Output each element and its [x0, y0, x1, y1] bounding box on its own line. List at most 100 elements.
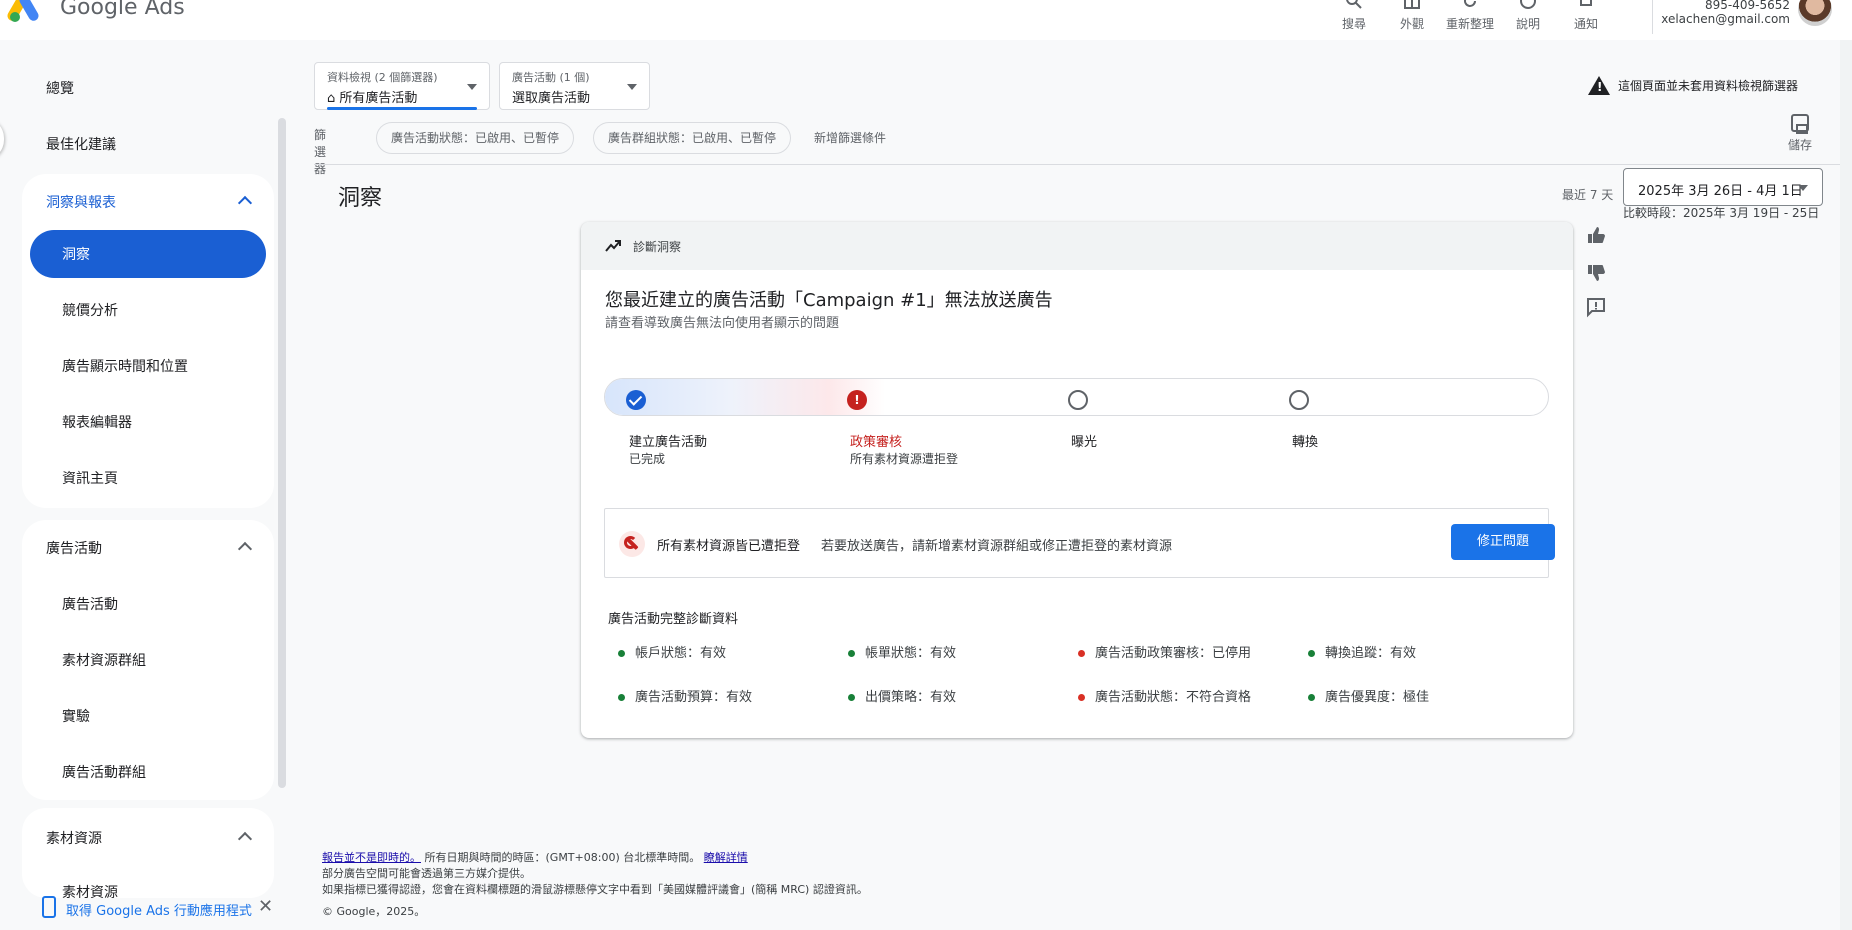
nav-section-header-insights[interactable]: 洞察與報表	[46, 192, 116, 212]
status-ok-dot	[848, 650, 855, 657]
sidebar-item-recommendations[interactable]: 最佳化建議	[46, 134, 116, 154]
page-title: 洞察	[338, 186, 383, 211]
sidebar-item-auction-insights[interactable]: 競價分析	[62, 300, 118, 320]
google-ads-logo[interactable]: Google Ads	[5, 0, 185, 23]
footer: 報告並不是即時的。 所有日期與時間的時區：(GMT+08:00) 台北標準時間。…	[322, 851, 868, 918]
status-ok-dot	[1308, 694, 1315, 701]
notifications-button[interactable]: 通知	[1557, 0, 1615, 40]
sidebar-scrollbar[interactable]	[278, 118, 286, 788]
home-icon: ⌂	[327, 91, 340, 106]
nav-section-insights: 洞察與報表 洞察 競價分析 廣告顯示時間和位置 報表編輯器 資訊主頁	[22, 174, 274, 508]
insight-subtitle: 請查看導致廣告無法向使用者顯示的問題	[605, 316, 840, 331]
sidebar-item-experiments[interactable]: 實驗	[62, 706, 90, 726]
chevron-up-icon[interactable]	[237, 831, 253, 847]
step-done-icon	[626, 390, 646, 410]
help-button[interactable]: 說明	[1499, 0, 1557, 40]
sidebar-item-dashboards[interactable]: 資訊主頁	[62, 468, 118, 488]
compare-period: 比較時段：2025年 3月 19日 - 25日	[1623, 206, 1820, 220]
feedback-icon[interactable]	[1585, 296, 1607, 318]
filter-chip-campaign-status[interactable]: 廣告活動狀態：已啟用、已暫停	[376, 122, 575, 154]
step-pending-icon	[1289, 390, 1309, 410]
warning-icon: !	[1588, 76, 1610, 95]
sidebar: 總覽 最佳化建議 洞察與報表 洞察 競價分析 廣告顯示時間和位置 報表編輯器 資…	[0, 52, 286, 930]
sidebar-item-asset-groups[interactable]: 素材資源群組	[62, 650, 146, 670]
step-sub-create: 已完成	[629, 452, 666, 466]
appearance-button[interactable]: 外觀	[1383, 0, 1441, 40]
insight-card-header: 診斷洞察	[581, 222, 1573, 270]
account-id: 895-409-5652	[1704, 0, 1790, 12]
dropdown-arrow-icon	[467, 84, 477, 90]
diagnostic-item[interactable]: 廣告活動預算：有效	[618, 686, 752, 705]
date-range-picker[interactable]: 2025年 3月 26日 - 4月 1日	[1623, 168, 1823, 206]
sidebar-collapse-handle[interactable]	[0, 118, 4, 160]
alert-title: 所有素材資源皆已遭拒登	[657, 539, 801, 554]
app-name: Google Ads	[60, 0, 185, 20]
thumbs-up-icon[interactable]	[1585, 224, 1607, 246]
save-icon	[1791, 114, 1809, 134]
diagnostic-item[interactable]: 轉換追蹤：有效	[1308, 642, 1416, 661]
alert-text: 若要放送廣告，請新增素材資源群組或修正遭拒登的素材資源	[821, 539, 1173, 554]
sidebar-item-overview[interactable]: 總覽	[46, 78, 74, 98]
status-ok-dot	[618, 694, 625, 701]
step-label-policy: 政策審核	[850, 435, 903, 450]
avatar[interactable]	[1798, 0, 1832, 26]
mobile-app-link[interactable]: 取得 Google Ads 行動應用程式	[66, 900, 252, 919]
nav-section-campaigns: 廣告活動 廣告活動 素材資源群組 實驗 廣告活動群組	[22, 520, 274, 800]
sidebar-item-insights[interactable]: 洞察	[62, 244, 90, 264]
step-label-conversions: 轉換	[1292, 435, 1319, 450]
diagnostic-item[interactable]: 廣告優異度：極佳	[1308, 686, 1429, 705]
status-error-dot	[1078, 694, 1085, 701]
not-realtime-link[interactable]: 報告並不是即時的。	[322, 851, 421, 864]
mobile-app-banner[interactable]: 取得 Google Ads 行動應用程式 ✕	[0, 890, 282, 930]
learn-more-link[interactable]: 瞭解詳情	[704, 851, 748, 864]
add-filter-button[interactable]: 新增篩選條件	[814, 129, 886, 146]
refresh-button[interactable]: 重新整理	[1441, 0, 1499, 40]
nav-section-header-assets[interactable]: 素材資源	[46, 828, 102, 848]
filter-label: 篩選器	[314, 128, 327, 176]
appearance-icon	[1404, 0, 1420, 9]
step-label-create: 建立廣告活動	[629, 435, 708, 450]
sidebar-item-report-editor[interactable]: 報表編輯器	[62, 412, 132, 432]
save-button[interactable]: 儲存	[1786, 114, 1814, 153]
search-button[interactable]: 搜尋	[1325, 0, 1383, 40]
copyright: © Google，2025。	[322, 905, 426, 918]
divider	[314, 164, 1852, 165]
diagnostic-item[interactable]: 廣告活動狀態：不符合資格	[1078, 686, 1251, 705]
help-icon	[1520, 0, 1536, 9]
diagnostic-item[interactable]: 出價策略：有效	[848, 686, 956, 705]
account-email: xelachen@gmail.com	[1661, 12, 1790, 26]
sidebar-item-when-where[interactable]: 廣告顯示時間和位置	[62, 356, 188, 376]
chevron-up-icon[interactable]	[237, 195, 253, 211]
dropdown-arrow-icon	[1798, 185, 1808, 191]
diagnostic-item[interactable]: 帳戶狀態：有效	[618, 642, 726, 661]
account-info[interactable]: 895-409-5652 xelachen@gmail.com	[1655, 0, 1790, 26]
close-icon[interactable]: ✕	[258, 896, 273, 917]
page-scrollbar[interactable]	[1840, 40, 1852, 930]
campaign-selector[interactable]: 廣告活動 (1 個) 選取廣告活動	[499, 62, 650, 110]
diagnostic-insight-card: 診斷洞察 您最近建立的廣告活動「Campaign #1」無法放送廣告 請查看導致…	[581, 222, 1573, 738]
filter-warning: ! 這個頁面並未套用資料檢視篩選器	[1588, 76, 1798, 95]
dropdown-arrow-icon	[627, 84, 637, 90]
status-ok-dot	[1308, 650, 1315, 657]
step-error-icon: !	[847, 390, 867, 410]
data-view-selector[interactable]: 資料檢視 (2 個篩選器) ⌂ 所有廣告活動	[314, 62, 490, 110]
fix-issue-button[interactable]: 修正問題	[1451, 524, 1555, 560]
step-pending-icon	[1068, 390, 1088, 410]
search-icon	[1346, 0, 1362, 9]
step-sub-policy: 所有素材資源遭拒登	[850, 452, 959, 466]
diagnostic-item[interactable]: 帳單狀態：有效	[848, 642, 956, 661]
chevron-up-icon[interactable]	[237, 541, 253, 557]
status-ok-dot	[618, 650, 625, 657]
bell-icon	[1580, 0, 1592, 6]
sidebar-item-campaign-groups[interactable]: 廣告活動群組	[62, 762, 146, 782]
issue-alert: 所有素材資源皆已遭拒登 若要放送廣告，請新增素材資源群組或修正遭拒登的素材資源 …	[604, 508, 1555, 578]
nav-section-header-campaigns[interactable]: 廣告活動	[46, 538, 102, 558]
diagnostics-title: 廣告活動完整診斷資料	[608, 612, 739, 627]
filter-chip-adgroup-status[interactable]: 廣告群組狀態：已啟用、已暫停	[593, 122, 792, 154]
divider	[1652, 0, 1653, 34]
diagnostic-item[interactable]: 廣告活動政策審核：已停用	[1078, 642, 1251, 661]
sidebar-item-campaigns[interactable]: 廣告活動	[62, 594, 118, 614]
status-ok-dot	[848, 694, 855, 701]
nav-section-assets: 素材資源 素材資源	[22, 808, 274, 898]
thumbs-down-icon[interactable]	[1585, 262, 1607, 284]
